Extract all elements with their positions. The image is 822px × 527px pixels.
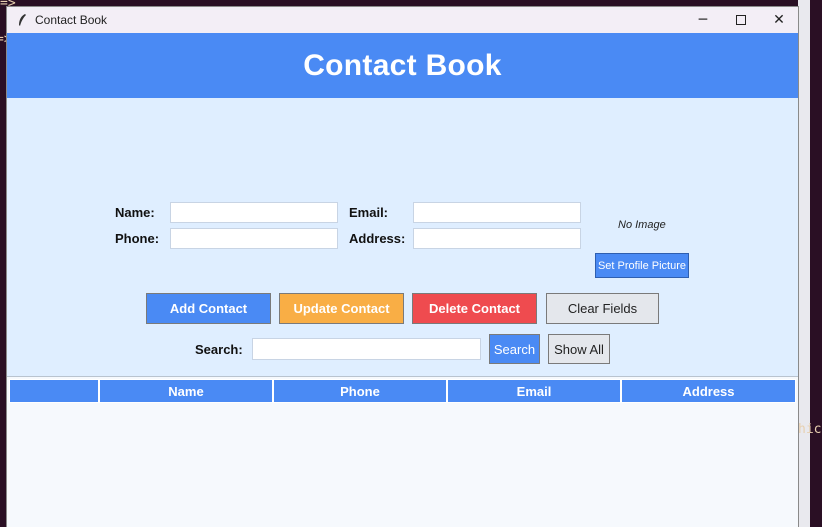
search-input[interactable] [253,340,480,360]
column-header-email[interactable]: Email [447,379,621,403]
clear-fields-button[interactable]: Clear Fields [546,293,659,324]
email-field[interactable] [413,202,581,224]
column-header-phone[interactable]: Phone [273,379,447,403]
name-input[interactable] [171,204,337,224]
search-field[interactable] [252,338,481,360]
search-label: Search: [195,342,243,357]
search-button[interactable]: Search [489,334,540,364]
contact-book-window: Contact Book ─ ✕ Contact Book Name: Emai… [7,7,798,527]
phone-input[interactable] [171,230,337,250]
table-header: Name Phone Email Address [9,379,796,403]
maximize-button[interactable] [722,7,760,33]
app-header: Contact Book [7,33,798,98]
name-label: Name: [115,205,155,220]
phone-label: Phone: [115,231,160,246]
profile-image-placeholder: No Image [618,219,666,231]
email-label: Email: [349,205,389,220]
set-profile-picture-button[interactable]: Set Profile Picture [595,253,689,278]
column-header-id[interactable] [9,379,99,403]
show-all-button[interactable]: Show All [548,334,610,364]
delete-contact-button[interactable]: Delete Contact [412,293,537,324]
page-title: Contact Book [303,48,502,82]
column-header-address[interactable]: Address [621,379,796,403]
address-input[interactable] [414,230,580,250]
address-field[interactable] [413,228,581,250]
phone-field[interactable] [170,228,338,250]
address-label: Address: [349,231,406,246]
minimize-button[interactable]: ─ [684,7,722,33]
terminal-text-fragment: hic [798,422,822,437]
add-contact-button[interactable]: Add Contact [146,293,271,324]
close-button[interactable]: ✕ [760,7,798,33]
email-input[interactable] [414,204,580,224]
column-header-name[interactable]: Name [99,379,273,403]
window-title: Contact Book [35,13,108,27]
feather-icon [15,13,29,27]
contacts-table[interactable]: Name Phone Email Address [7,376,798,527]
maximize-icon [736,15,746,25]
update-contact-button[interactable]: Update Contact [279,293,404,324]
name-field[interactable] [170,202,338,224]
title-bar[interactable]: Contact Book ─ ✕ [7,7,798,33]
scrollbar-track [798,0,810,527]
